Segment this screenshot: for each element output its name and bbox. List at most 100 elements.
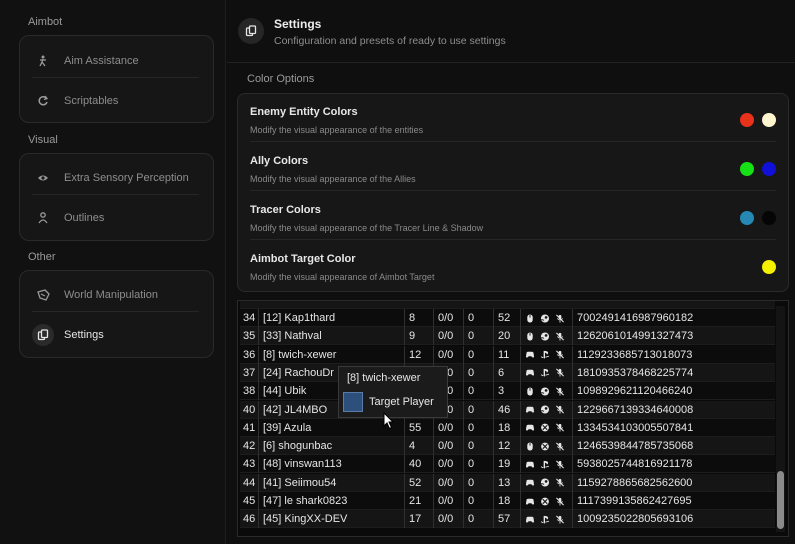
platform-icons (520, 510, 572, 529)
table-row[interactable]: 36 [8] twich-xewer 12 0/0 0 11 112923368571301… (240, 345, 775, 364)
player-stat: 11 (493, 345, 520, 364)
player-name: [8] twich-xewer (258, 345, 404, 364)
player-id: 1159278865682562600 (572, 473, 775, 492)
player-stat: 9 (404, 327, 433, 346)
nav-group-other: World Manipulation Settings (19, 270, 214, 358)
player-stat: 0 (463, 363, 493, 382)
table-row[interactable]: 38[44] Ubik0/0031098929621120466240 (240, 382, 775, 401)
table-row[interactable]: 40[42] JL4MBO0/00461229667139334640008 (240, 400, 775, 419)
settings-copy-icon (32, 324, 54, 346)
row-index: 45 (243, 495, 256, 507)
gamepad-icon (525, 350, 535, 359)
steam-icon (540, 478, 550, 487)
table-row[interactable]: 41 [39] Azula 55 0/0 0 18 1334534103005507841 (240, 418, 775, 437)
player-stat: 20 (493, 327, 520, 346)
player-ratio: 0/0 (433, 437, 463, 456)
player-stat: 0 (463, 455, 493, 474)
player-stat: 57 (493, 510, 520, 529)
mic-off-icon (555, 478, 565, 487)
color-row-desc: Modify the visual appearance of the Alli… (250, 174, 416, 184)
tracer-shadow-swatch[interactable] (762, 211, 776, 225)
player-stat: 0 (463, 510, 493, 529)
color-row-title: Ally Colors (250, 155, 309, 167)
player-ratio: 0/0 (433, 473, 463, 492)
section-title-other: Other (28, 251, 56, 263)
color-row-enemy: Enemy Entity Colors Modify the visual ap… (250, 94, 776, 142)
player-stat: 6 (493, 363, 520, 382)
mic-off-icon (555, 497, 565, 506)
steam-icon (540, 387, 550, 396)
aimbot-target-swatch[interactable] (762, 260, 776, 274)
sidebar-item-aim-assistance[interactable]: Aim Assistance (32, 44, 199, 78)
row-index: 44 (243, 476, 256, 489)
table-row[interactable]: 44 [41] Seiimou54 52 0/0 0 13 1159278865682562… (240, 473, 775, 492)
player-stat: 19 (493, 455, 520, 474)
table-row[interactable]: 46 [45] KingXX-DEV 17 0/0 0 57 100923502280569… (240, 510, 775, 529)
mic-off-icon (555, 442, 565, 451)
player-id: 1009235022805693106 (572, 510, 775, 529)
sidebar-item-outlines[interactable]: Outlines (32, 201, 199, 235)
player-stat: 0 (463, 382, 493, 401)
tracer-line-swatch[interactable] (740, 211, 754, 225)
player-stat: 21 (404, 492, 433, 510)
player-stat: 12 (404, 345, 433, 364)
player-id: 1129233685713018073 (572, 345, 775, 364)
sidebar-item-label: Extra Sensory Perception (64, 171, 189, 184)
section-title-aimbot: Aimbot (28, 16, 63, 28)
playstation-icon (540, 368, 550, 377)
mouse-icon (525, 332, 535, 341)
sidebar-item-settings[interactable]: Settings (32, 318, 199, 352)
table-row[interactable]: 34 [12] Kap1thard 8 0/0 0 52 70024914169879601… (240, 309, 775, 327)
color-row-ally: Ally Colors Modify the visual appearance… (250, 143, 776, 191)
gamepad-icon (525, 460, 535, 469)
player-id: 1098929621120466240 (572, 382, 775, 401)
platform-icons (520, 400, 572, 419)
table-row[interactable]: 37[24] RachouDr0/0061810935378468225774 (240, 363, 775, 382)
enemy-primary-swatch[interactable] (740, 113, 754, 127)
player-table: 34 [12] Kap1thard 8 0/0 0 52 70024914169879601… (237, 300, 789, 537)
sidebar-item-world-manipulation[interactable]: World Manipulation (32, 278, 199, 312)
table-row[interactable] (240, 301, 775, 309)
player-name: [12] Kap1thard (258, 309, 404, 327)
player-ratio: 0/0 (433, 455, 463, 474)
ally-primary-swatch[interactable] (740, 162, 754, 176)
color-row-desc: Modify the visual appearance of the enti… (250, 125, 424, 135)
mic-off-icon (555, 387, 565, 396)
gamepad-icon (525, 405, 535, 414)
row-index: 35 (243, 330, 256, 343)
player-stat: 8 (404, 309, 433, 327)
ally-secondary-swatch[interactable] (762, 162, 776, 176)
sidebar-item-esp[interactable]: Extra Sensory Perception (32, 161, 199, 195)
target-player-menu-item[interactable]: Target Player (343, 391, 445, 413)
table-row[interactable]: 35 [33] Nathval 9 0/0 0 20 1262061014991327473 (240, 327, 775, 346)
color-row-desc: Modify the visual appearance of Aimbot T… (250, 272, 435, 282)
page-subtitle: Configuration and presets of ready to us… (274, 35, 506, 47)
player-name: [48] vinswan113 (258, 455, 404, 474)
mic-off-icon (555, 332, 565, 341)
xbox-icon (540, 423, 550, 432)
mic-off-icon (555, 350, 565, 359)
scrollbar-thumb[interactable] (777, 471, 784, 529)
platform-icons (520, 455, 572, 474)
row-index: 46 (243, 513, 256, 526)
table-row[interactable]: 42 [6] shogunbac 4 0/0 0 12 124653984478573506… (240, 437, 775, 456)
player-stat: 18 (493, 492, 520, 510)
mouse-icon (525, 313, 535, 323)
row-index: 41 (243, 421, 256, 434)
player-table-scrollbar[interactable] (776, 306, 785, 532)
player-ratio: 0/0 (433, 418, 463, 437)
refresh-icon (32, 95, 54, 107)
enemy-secondary-swatch[interactable] (762, 113, 776, 127)
steam-icon (540, 332, 550, 341)
player-ratio: 0/0 (433, 327, 463, 346)
platform-icons (520, 327, 572, 346)
table-row[interactable]: 45 [47] le shark0823 21 0/0 0 18 1117399135862… (240, 492, 775, 510)
target-color-swatch (343, 392, 363, 412)
player-id: 1229667139334640008 (572, 400, 775, 419)
table-row[interactable]: 43 [48] vinswan113 40 0/0 0 19 593802574481692… (240, 455, 775, 474)
sidebar-item-scriptables[interactable]: Scriptables (32, 84, 199, 118)
player-stat: 0 (463, 473, 493, 492)
player-stat: 13 (493, 473, 520, 492)
player-stat: 17 (404, 510, 433, 529)
steam-icon (540, 405, 550, 414)
